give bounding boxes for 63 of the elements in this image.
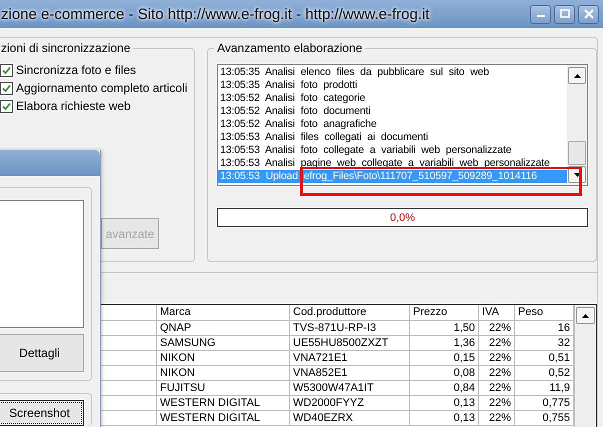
log-entry[interactable]: 13:05:53 Analisi foto collegate a variabili web personalizzate (218, 144, 567, 157)
scroll-up-button[interactable] (568, 67, 586, 84)
table-cell: 22% (479, 351, 515, 366)
details-button[interactable]: Dettagli (0, 334, 84, 372)
scroll-thumb[interactable] (568, 141, 586, 165)
table-cell: VNA852E1 (290, 366, 410, 381)
minimize-button[interactable] (530, 4, 551, 24)
checkbox-label: Sincronizza foto e files (16, 63, 136, 77)
table-cell: 22% (479, 366, 515, 381)
close-button[interactable] (578, 4, 599, 24)
column-header[interactable]: Marca (157, 305, 290, 321)
up-arrow-icon (582, 314, 589, 318)
table-cell: 0,15 (410, 351, 479, 366)
table-cell: 1,50 (410, 321, 479, 336)
table-cell: WD40EZRX (290, 411, 410, 426)
maximize-button[interactable] (554, 4, 575, 24)
table-cell: UE55HU8500ZXZT (290, 336, 410, 351)
column-header[interactable]: Prezzo (410, 305, 479, 321)
table-cell: 22% (479, 396, 515, 411)
table-cell: SAMSUNG (157, 336, 290, 351)
table-cell: FUJITSU (157, 381, 290, 396)
table-cell: WESTERN DIGITAL (157, 411, 290, 426)
table-cell: TVS-871U-RP-I3 (290, 321, 410, 336)
table-cell: NIKON (157, 351, 290, 366)
table-cell: 0,84 (410, 381, 479, 396)
table-cell: 22% (479, 381, 515, 396)
checkbox[interactable] (0, 64, 13, 76)
down-arrow-icon (574, 172, 580, 176)
table-cell: 1,36 (410, 336, 479, 351)
window-title: zione e-commerce - Sito http://www.e-frog.it - http://www.e-frog.it (1, 6, 430, 22)
log-entry[interactable]: 13:05:52 Analisi foto categorie (218, 92, 567, 105)
screenshot-button[interactable]: Screenshot (0, 400, 84, 426)
log-entry[interactable]: 13:05:35 Analisi elenco files da pubblicare sul sito web (218, 66, 567, 79)
table-cell: NIKON (157, 366, 290, 381)
checkbox[interactable] (0, 100, 13, 112)
group-title: Avanzamento elaborazione (214, 41, 366, 55)
log-entry[interactable]: 13:05:35 Analisi foto prodotti (218, 79, 567, 92)
table-cell: 0,08 (410, 366, 479, 381)
table-cell: 0,13 (410, 411, 479, 426)
up-arrow-icon (574, 74, 580, 78)
checkbox[interactable] (0, 82, 13, 94)
table-cell: QNAP (157, 321, 290, 336)
list-box[interactable] (0, 200, 84, 328)
log-entry[interactable]: 13:05:52 Analisi foto documenti (218, 105, 567, 118)
table-cell: 22% (479, 336, 515, 351)
checkbox-label: Elabora richieste web (16, 99, 131, 113)
scroll-up-button[interactable] (576, 307, 595, 324)
maximize-icon (560, 9, 570, 19)
group-title: zioni di sincronizzazione (0, 41, 134, 55)
table-cell: VNA721E1 (290, 351, 410, 366)
table-cell: 22% (479, 411, 515, 426)
table-cell: 22% (479, 321, 515, 336)
close-icon (584, 9, 594, 19)
table-cell: 0,13 (410, 396, 479, 411)
table-cell: W5300W47A1IT (290, 381, 410, 396)
table-cell: WD2000FYYZ (290, 396, 410, 411)
column-header[interactable]: Cod.produttore (290, 305, 410, 321)
progress-reading: 0,0% (390, 212, 416, 224)
column-header[interactable]: IVA (479, 305, 515, 321)
log-entry[interactable]: 13:05:53 Analisi files collegati ai documenti (218, 131, 567, 144)
table-cell: WESTERN DIGITAL (157, 396, 290, 411)
log-entry[interactable]: 13:05:52 Analisi foto anagrafiche (218, 118, 567, 131)
checkbox-label: Aggiornamento completo articoli (16, 81, 188, 95)
